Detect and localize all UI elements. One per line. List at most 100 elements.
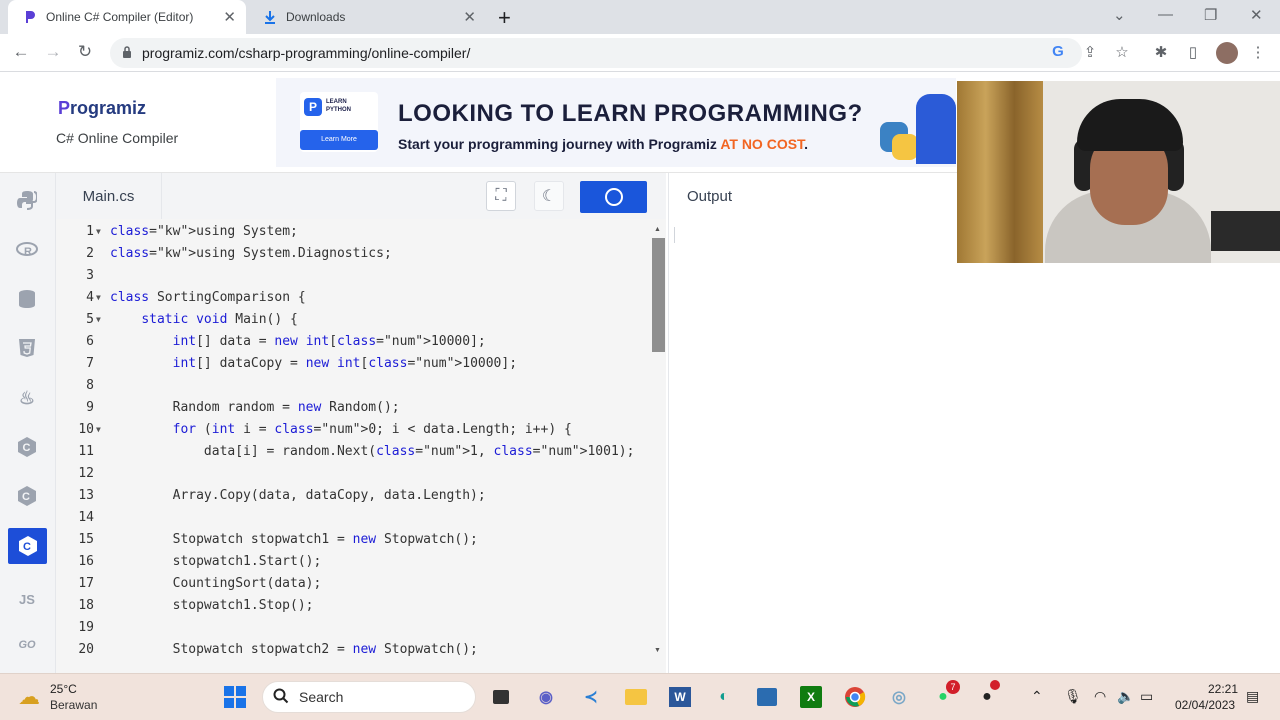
clock-time[interactable]: 22:21: [1208, 682, 1238, 696]
java-icon[interactable]: ♨: [10, 381, 44, 415]
volume-icon[interactable]: 🔈: [1117, 688, 1134, 705]
r-icon[interactable]: R: [10, 233, 44, 267]
html5-icon[interactable]: [10, 331, 44, 365]
address-bar[interactable]: programiz.com/csharp-programming/online-…: [110, 38, 1082, 68]
editor-scrollbar-thumb[interactable]: [652, 238, 665, 352]
new-tab-button[interactable]: +: [498, 5, 511, 31]
windows-start-icon[interactable]: [220, 682, 250, 712]
google-icon[interactable]: G: [1048, 43, 1068, 60]
js-icon[interactable]: JS: [10, 582, 44, 616]
advertisement-banner[interactable]: P LEARN PYTHON Learn More LOOKING TO LEAR…: [276, 78, 956, 167]
search-icon: [273, 688, 289, 707]
weather-description[interactable]: Berawan: [50, 698, 97, 712]
fullscreen-icon[interactable]: ⛶: [486, 181, 516, 211]
back-icon[interactable]: ←: [10, 42, 32, 62]
tab-search-icon[interactable]: ⌄: [1113, 6, 1126, 24]
file-tab-main-cs[interactable]: Main.cs: [56, 173, 162, 219]
code-line[interactable]: 15 Stopwatch stopwatch1 = new Stopwatch(…: [56, 529, 651, 551]
code-line[interactable]: 20 Stopwatch stopwatch2 = new Stopwatch(…: [56, 639, 651, 661]
browser-toolbar: ← → ↻ programiz.com/csharp-programming/o…: [0, 34, 1280, 72]
store-icon[interactable]: [752, 682, 782, 712]
line-number: 11: [78, 444, 94, 459]
xbox-icon[interactable]: X: [796, 682, 826, 712]
restore-icon[interactable]: ❐: [1204, 6, 1217, 24]
code-line[interactable]: 18 stopwatch1.Stop();: [56, 595, 651, 617]
close-tab-icon[interactable]: ✕: [463, 8, 476, 26]
code-line[interactable]: 16 stopwatch1.Start();: [56, 551, 651, 573]
notifications-icon[interactable]: ▤: [1246, 688, 1259, 705]
scroll-down-arrow-icon[interactable]: ▼: [654, 647, 661, 654]
go-icon[interactable]: GO: [10, 628, 44, 662]
c-icon[interactable]: C: [10, 430, 44, 464]
minimize-icon[interactable]: —: [1158, 6, 1173, 23]
fold-arrow-icon[interactable]: ▼: [96, 419, 101, 441]
extensions-icon[interactable]: ✱: [1151, 43, 1171, 61]
code-line[interactable]: 13 Array.Copy(data, dataCopy, data.Lengt…: [56, 485, 651, 507]
word-icon[interactable]: W: [665, 682, 695, 712]
code-line[interactable]: 4 ▼ class SortingComparison {: [56, 287, 651, 309]
close-tab-icon[interactable]: ✕: [223, 8, 236, 26]
code-line[interactable]: 10 ▼ for (int i = class="num">0; i < data…: [56, 419, 651, 441]
run-button[interactable]: [580, 181, 647, 213]
code-line[interactable]: 17 CountingSort(data);: [56, 573, 651, 595]
file-explorer-icon[interactable]: [621, 682, 651, 712]
cpp-icon[interactable]: C: [10, 479, 44, 513]
code-text: Array.Copy(data, dataCopy, data.Length);: [110, 488, 486, 503]
fold-arrow-icon[interactable]: ▼: [96, 287, 101, 309]
forward-icon[interactable]: →: [42, 42, 64, 62]
menu-kebab-icon[interactable]: ⋮: [1248, 43, 1268, 61]
vscode-icon[interactable]: ≺: [576, 682, 606, 712]
tab-online-compiler[interactable]: Online C# Compiler (Editor) ✕: [8, 0, 246, 34]
svg-text:R: R: [24, 246, 32, 258]
close-window-icon[interactable]: ✕: [1250, 6, 1263, 24]
code-line[interactable]: 6 int[] data = new int[class="num">10000…: [56, 331, 651, 353]
teams-chat-icon[interactable]: ◉: [531, 682, 561, 712]
code-editor[interactable]: 1 ▼ class="kw">using System; 2 class="kw">us…: [56, 219, 666, 673]
code-line[interactable]: 7 int[] dataCopy = new int[class="num">1…: [56, 353, 651, 375]
code-line[interactable]: 5 ▼ static void Main() {: [56, 309, 651, 331]
ad-sub-suffix: .: [804, 136, 808, 152]
bookmark-star-icon[interactable]: ☆: [1112, 43, 1132, 61]
line-number: 7: [86, 356, 94, 371]
profile-avatar[interactable]: [1216, 42, 1238, 64]
output-panel[interactable]: [668, 219, 1280, 673]
code-line[interactable]: 9 Random random = new Random();: [56, 397, 651, 419]
tab-downloads[interactable]: Downloads ✕: [248, 0, 486, 34]
csharp-icon[interactable]: C: [8, 528, 47, 564]
ad-headline: LOOKING TO LEARN PROGRAMMING?: [398, 100, 863, 127]
cloudy-weather-icon[interactable]: ☁: [18, 684, 40, 710]
scroll-up-arrow-icon[interactable]: ▲: [654, 226, 661, 233]
fold-arrow-icon[interactable]: ▼: [96, 221, 101, 243]
share-icon[interactable]: ⇪: [1080, 43, 1100, 61]
code-line[interactable]: 3: [56, 265, 651, 287]
programiz-logo[interactable]: Programiz: [58, 98, 146, 119]
code-line[interactable]: 19: [56, 617, 651, 639]
code-line[interactable]: 2 class="kw">using System.Diagnostics;: [56, 243, 651, 265]
fold-arrow-icon[interactable]: ▼: [96, 309, 101, 331]
weather-temperature[interactable]: 25°C: [50, 682, 77, 696]
code-line[interactable]: 1 ▼ class="kw">using System;: [56, 221, 651, 243]
output-cursor: [674, 227, 675, 243]
code-line[interactable]: 12: [56, 463, 651, 485]
wifi-icon[interactable]: ◠: [1094, 688, 1106, 705]
code-line[interactable]: 8: [56, 375, 651, 397]
edge-icon[interactable]: ◐: [709, 682, 739, 712]
side-panel-icon[interactable]: ▯: [1183, 43, 1203, 61]
chrome-icon[interactable]: [840, 682, 870, 712]
python-icon[interactable]: [10, 183, 44, 217]
reload-icon[interactable]: ↻: [74, 42, 96, 62]
chevron-up-icon[interactable]: ⌃: [1031, 688, 1043, 705]
dark-mode-moon-icon[interactable]: ☾: [534, 181, 564, 211]
recording-dot-icon: [990, 680, 1000, 690]
clock-date[interactable]: 02/04/2023: [1175, 698, 1235, 712]
microphone-icon[interactable]: 🎙: [1064, 688, 1082, 705]
app-icon[interactable]: ◎: [884, 682, 914, 712]
database-icon[interactable]: [10, 282, 44, 316]
learn-more-button[interactable]: Learn More: [300, 130, 378, 150]
code-line[interactable]: 14: [56, 507, 651, 529]
line-number: 13: [78, 488, 94, 503]
battery-icon[interactable]: ▭: [1140, 688, 1153, 705]
taskbar-search[interactable]: Search: [262, 681, 476, 713]
task-view-icon[interactable]: [486, 682, 516, 712]
code-line[interactable]: 11 data[i] = random.Next(class="num">1, …: [56, 441, 651, 463]
